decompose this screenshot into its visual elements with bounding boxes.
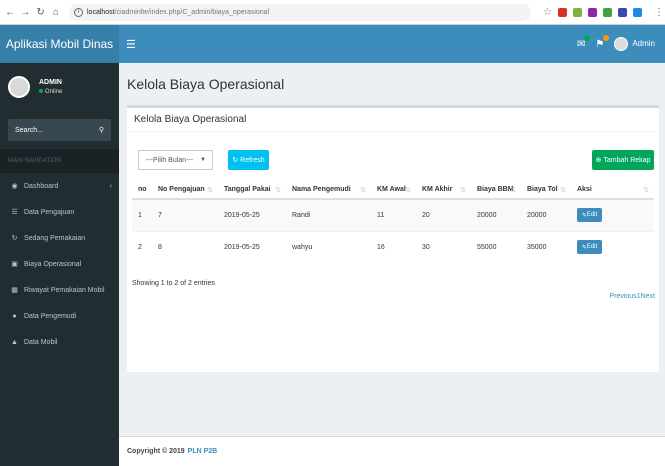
column-header[interactable]: Tanggal Pakai ⇅: [218, 180, 286, 200]
copyright-text: Copyright © 2019: [127, 448, 185, 455]
sidebar: ADMIN Online Search... ⚲ MAIN NAVIGATION…: [0, 63, 119, 466]
sort-icon[interactable]: ⇅: [275, 186, 281, 194]
url-path: /ciadminlte/index.php/C_admin/biaya_oper…: [114, 8, 270, 16]
column-header[interactable]: no: [132, 180, 152, 200]
search-placeholder: Search...: [15, 126, 44, 134]
extension-icon[interactable]: [633, 7, 642, 17]
edit-button[interactable]: ✎ Edit: [577, 240, 602, 255]
table-row: 1 7 2019-05-25 Randi 11 20 20000 20000 ✎…: [132, 198, 654, 231]
table-row: 2 8 2019-05-25 wahyu 16 30 55000 35000 ✎…: [132, 230, 654, 263]
avatar: [8, 76, 30, 98]
car-icon: ▲: [11, 338, 18, 346]
extension-icon[interactable]: [588, 7, 597, 17]
box-title: Kelola Biaya Operasional: [127, 108, 659, 132]
column-header[interactable]: Biaya Tol ⇅: [521, 180, 571, 200]
reload-icon[interactable]: ↻: [36, 7, 46, 18]
top-navbar: ☰ ✉ ⚑ Admin: [119, 25, 665, 63]
plus-circle-icon: ⊕: [595, 157, 604, 164]
user-menu-label: Admin: [632, 39, 655, 49]
sidebar-item-dashboard[interactable]: ◉ Dashboard ‹: [0, 173, 119, 199]
chevron-left-icon: ‹: [109, 182, 112, 190]
back-icon[interactable]: ←: [5, 7, 15, 18]
avatar: [614, 37, 629, 51]
edit-button[interactable]: ✎ Edit: [577, 208, 602, 223]
data-table: no No Pengajuan ⇅ Tanggal Pakai ⇅ Nama Pen…: [132, 180, 654, 263]
sidebar-item-data-pengajuan[interactable]: ☰ Data Pengajuan: [0, 199, 119, 225]
dashboard-icon: ◉: [11, 183, 18, 190]
extension-icon[interactable]: [558, 7, 567, 17]
refresh-icon: ↻: [11, 235, 18, 242]
sidebar-toggle-icon[interactable]: ☰: [126, 38, 136, 51]
month-select[interactable]: ---Pilih Bulan--- ▼: [138, 150, 213, 170]
forward-icon[interactable]: →: [20, 7, 30, 18]
extension-icon[interactable]: [573, 7, 582, 17]
column-header[interactable]: Aksi ⇅: [571, 180, 654, 200]
sidebar-item-riwayat[interactable]: ▦ Riwayat Pemakaian Mobil: [0, 277, 119, 303]
chevron-down-icon: ▼: [200, 157, 206, 163]
sort-icon[interactable]: ⇅: [207, 186, 213, 194]
status-badge: Online: [39, 89, 62, 95]
online-dot-icon: [39, 89, 43, 94]
sort-icon[interactable]: ⇅: [510, 186, 516, 194]
home-icon[interactable]: ⌂: [51, 7, 61, 18]
url-host: localhost: [87, 8, 115, 16]
column-header[interactable]: KM Akhir ⇅: [416, 180, 471, 200]
column-header[interactable]: No Pengajuan ⇅: [152, 180, 218, 200]
sidebar-item-biaya-operasional[interactable]: ▣ Biaya Operasional: [0, 251, 119, 277]
notifications-icon[interactable]: ⚑: [595, 34, 610, 50]
column-header[interactable]: KM Awal ⇅: [371, 180, 416, 200]
extension-icon[interactable]: [603, 7, 612, 17]
user-name: ADMIN: [39, 79, 62, 86]
nav-section-header: MAIN NAVIGATION: [0, 149, 119, 173]
search-input[interactable]: Search... ⚲: [8, 119, 111, 141]
sort-icon[interactable]: ⇅: [360, 186, 366, 194]
list-icon: ☰: [11, 209, 18, 216]
footer-brand-link[interactable]: PLN P2B: [188, 448, 218, 455]
sort-icon[interactable]: ⇅: [560, 186, 566, 194]
browser-toolbar: ← → ↻ ⌂ i localhost/ciadminlte/index.php…: [0, 0, 665, 25]
address-bar[interactable]: i localhost/ciadminlte/index.php/C_admin…: [69, 3, 532, 21]
content-box: Kelola Biaya Operasional ---Pilih Bulan-…: [127, 105, 659, 372]
column-header[interactable]: Nama Pengemudi ⇅: [286, 180, 371, 200]
entries-info: Showing 1 to 2 of 2 entries: [132, 280, 215, 287]
sidebar-item-data-pengemudi[interactable]: ● Data Pengemudi: [0, 303, 119, 329]
extension-icon[interactable]: [618, 7, 627, 17]
footer: Copyright © 2019 PLN P2B: [119, 436, 665, 466]
money-icon: ▣: [11, 261, 18, 268]
main-content: Kelola Biaya Operasional Kelola Biaya Op…: [119, 63, 665, 466]
add-recap-button[interactable]: ⊕ Tambah Rekap: [592, 150, 654, 170]
menu-dots-icon[interactable]: ⋮: [653, 7, 665, 18]
info-icon[interactable]: i: [74, 7, 83, 17]
refresh-button[interactable]: ↻ Refresh: [228, 150, 269, 170]
user-menu[interactable]: Admin: [614, 37, 655, 51]
app-logo[interactable]: Aplikasi Mobil Dinas: [0, 25, 119, 63]
sort-icon[interactable]: ⇅: [460, 186, 466, 194]
sidebar-item-data-mobil[interactable]: ▲ Data Mobil: [0, 329, 119, 355]
search-icon[interactable]: ⚲: [99, 126, 104, 134]
pagination[interactable]: Previous1Next: [609, 293, 655, 300]
user-panel: ADMIN Online: [0, 63, 119, 111]
sidebar-item-sedang-pemakaian[interactable]: ↻ Sedang Pemakaian: [0, 225, 119, 251]
refresh-icon: ↻: [232, 157, 241, 164]
page-title: Kelola Biaya Operasional: [127, 76, 285, 92]
sort-icon[interactable]: ⇅: [643, 186, 649, 194]
bookmark-star-icon[interactable]: ☆: [543, 7, 552, 18]
calendar-icon: ▦: [11, 287, 18, 294]
user-icon: ●: [12, 312, 17, 320]
sort-icon[interactable]: ⇅: [405, 186, 411, 194]
column-header[interactable]: Biaya BBM ⇅: [471, 180, 521, 200]
messages-icon[interactable]: ✉: [577, 34, 591, 50]
